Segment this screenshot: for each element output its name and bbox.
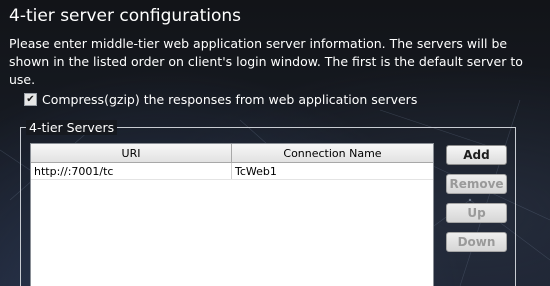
column-header-uri[interactable]: URI: [31, 144, 232, 162]
column-header-connection-name[interactable]: Connection Name: [232, 144, 433, 162]
servers-table[interactable]: URI Connection Name http://:7001/tc TcWe…: [30, 143, 434, 286]
compress-label: Compress(gzip) the responses from web ap…: [42, 92, 418, 107]
cell-connection-name[interactable]: TcWeb1: [232, 163, 433, 179]
table-row[interactable]: http://:7001/tc TcWeb1: [31, 163, 433, 180]
compress-checkbox[interactable]: ✔: [24, 93, 37, 106]
page-title: 4-tier server configurations: [9, 6, 242, 26]
cell-uri[interactable]: http://:7001/tc: [31, 163, 232, 179]
servers-group-label: 4-tier Servers: [26, 120, 118, 135]
remove-button[interactable]: Remove: [446, 174, 507, 194]
compress-option[interactable]: ✔ Compress(gzip) the responses from web …: [24, 92, 417, 107]
add-button[interactable]: Add: [446, 145, 507, 165]
up-button[interactable]: Up: [446, 203, 507, 223]
page-description: Please enter middle-tier web application…: [9, 36, 523, 87]
table-header: URI Connection Name: [31, 144, 433, 163]
down-button[interactable]: Down: [446, 232, 507, 252]
checkmark-icon: ✔: [26, 94, 35, 105]
